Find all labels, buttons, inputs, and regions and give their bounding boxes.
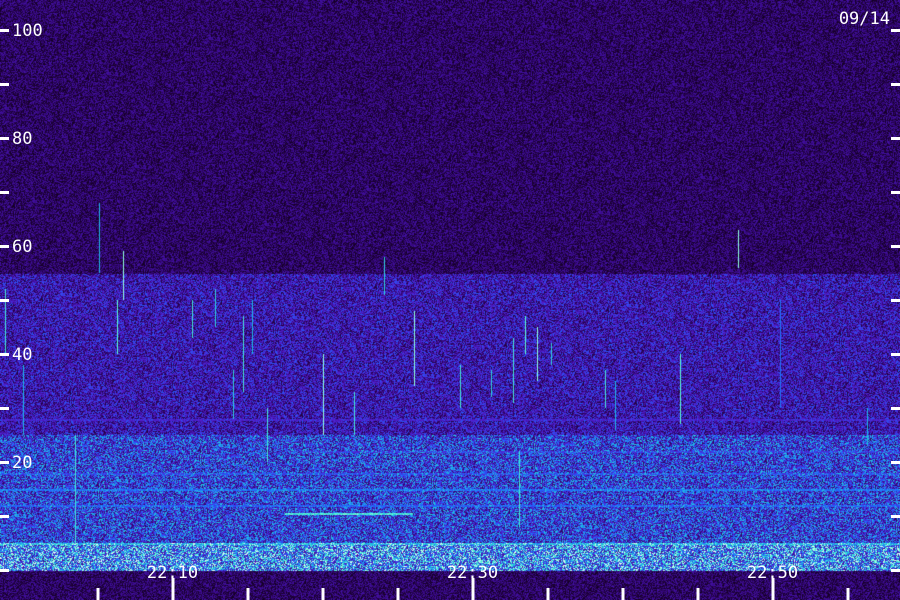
x-minor-tick	[321, 588, 325, 600]
y-tick-left	[0, 407, 9, 410]
y-tick-left	[0, 191, 9, 194]
y-tick-right	[891, 299, 900, 302]
x-tick-label: 22:10	[147, 563, 198, 583]
date-label: 09/14	[839, 9, 890, 29]
x-minor-tick	[246, 588, 250, 600]
y-tick-left	[0, 569, 9, 572]
y-tick-left	[0, 29, 9, 32]
y-tick-right	[891, 515, 900, 518]
y-tick-right	[891, 407, 900, 410]
x-minor-tick	[621, 588, 625, 600]
y-tick-right	[891, 461, 900, 464]
y-tick-left	[0, 83, 9, 86]
y-tick-right	[891, 29, 900, 32]
x-minor-tick	[96, 588, 100, 600]
x-minor-tick	[396, 588, 400, 600]
y-tick-label: 100	[12, 21, 43, 41]
y-tick-right	[891, 83, 900, 86]
y-tick-left	[0, 461, 9, 464]
y-axis-ticks-right	[891, 29, 900, 572]
y-tick-left	[0, 515, 9, 518]
y-tick-right	[891, 137, 900, 140]
y-tick-label: 80	[12, 129, 32, 149]
y-tick-left	[0, 299, 9, 302]
y-axis-ticks-left	[0, 29, 9, 572]
x-axis-tick-labels: 22:10 22:30 22:50	[147, 563, 798, 583]
y-tick-label: 20	[12, 453, 32, 473]
x-minor-tick	[846, 588, 850, 600]
y-tick-left	[0, 353, 9, 356]
x-tick-label: 22:50	[747, 563, 798, 583]
y-tick-label: 40	[12, 345, 32, 365]
x-minor-tick	[696, 588, 700, 600]
x-minor-tick	[546, 588, 550, 600]
y-tick-right	[891, 191, 900, 194]
y-tick-left	[0, 245, 9, 248]
y-tick-right	[891, 353, 900, 356]
y-tick-left	[0, 137, 9, 140]
y-tick-right	[891, 245, 900, 248]
y-axis-tick-labels: 100 80 60 40 20	[12, 21, 43, 473]
y-tick-label: 60	[12, 237, 32, 257]
y-tick-right	[891, 569, 900, 572]
spectrogram-axes: 100 80 60 40 20 22:10 22:30 22:50 09/14	[0, 9, 900, 600]
x-tick-label: 22:30	[447, 563, 498, 583]
